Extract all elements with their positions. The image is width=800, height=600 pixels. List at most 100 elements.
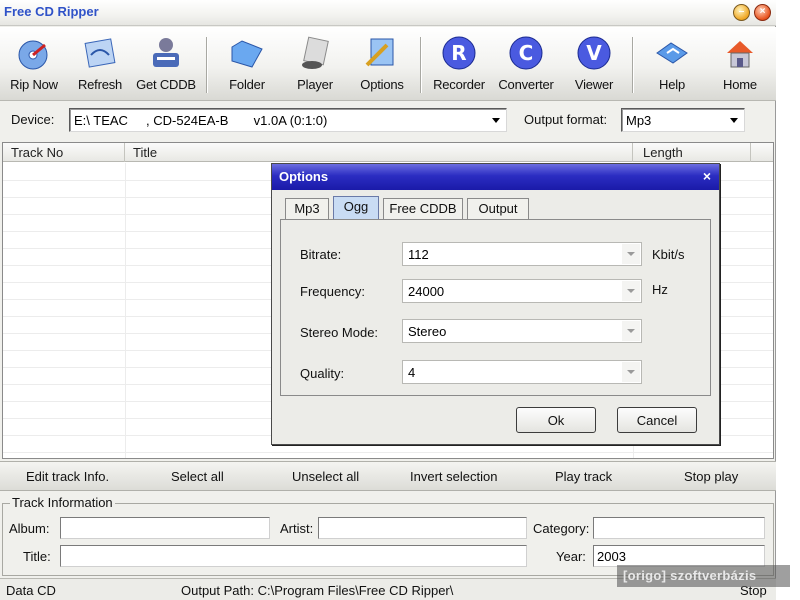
player-button[interactable]: Player — [283, 31, 347, 97]
tab-ogg[interactable]: Ogg — [333, 196, 379, 220]
folder-icon — [231, 40, 263, 68]
invert-selection-button[interactable]: Invert selection — [410, 469, 497, 484]
dialog-close-icon[interactable]: × — [703, 168, 711, 184]
dialog-title: Options — [279, 169, 329, 184]
stereo-mode-label: Stereo Mode: — [300, 325, 379, 340]
bitrate-unit: Kbit/s — [652, 247, 685, 262]
help-button[interactable]: Help — [640, 31, 704, 97]
frequency-label: Frequency: — [300, 284, 366, 299]
ogg-settings-panel: Bitrate: 112 Kbit/s Frequency: 24000 Hz … — [280, 219, 711, 396]
grid-line — [125, 163, 126, 458]
category-label: Category: — [533, 521, 590, 536]
rip-now-button[interactable]: Rip Now — [2, 31, 66, 97]
cancel-button[interactable]: Cancel — [617, 407, 697, 433]
watermark: [origo] szoftverbázis — [617, 565, 790, 587]
quality-select[interactable]: 4 — [402, 360, 642, 384]
converter-icon: C — [509, 36, 543, 70]
ok-button[interactable]: Ok — [516, 407, 596, 433]
track-information-legend: Track Information — [10, 495, 115, 510]
unselect-all-button[interactable]: Unselect all — [292, 469, 359, 484]
output-format-label: Output format: — [524, 112, 608, 127]
stop-play-button[interactable]: Stop play — [684, 469, 738, 484]
frequency-value: 24000 — [408, 284, 445, 299]
dialog-title-bar: Options × — [272, 164, 719, 190]
rip-now-label: Rip Now — [10, 77, 58, 92]
recorder-button[interactable]: R Recorder — [427, 31, 491, 97]
title-label: Title: — [23, 549, 51, 564]
stereo-mode-value: Stereo — [408, 324, 447, 339]
toolbar-separator — [632, 37, 634, 93]
year-field[interactable]: 2003 — [593, 545, 765, 567]
artist-label: Artist: — [280, 521, 314, 536]
get-cddb-button[interactable]: Get CDDB — [134, 31, 198, 97]
recorder-icon: R — [442, 36, 476, 70]
year-label: Year: — [556, 549, 586, 564]
frequency-select[interactable]: 24000 — [402, 279, 642, 303]
home-label: Home — [723, 77, 757, 92]
column-length[interactable]: Length — [633, 143, 751, 162]
album-label: Album: — [9, 521, 50, 536]
frequency-unit: Hz — [652, 282, 668, 297]
refresh-icon — [84, 38, 116, 68]
minimize-icon: – — [738, 6, 745, 17]
help-icon — [656, 42, 688, 64]
options-label: Options — [360, 77, 404, 92]
window-title: Free CD Ripper — [4, 4, 99, 19]
tab-mp3[interactable]: Mp3 — [285, 198, 329, 219]
tab-free-cddb[interactable]: Free CDDB — [383, 198, 463, 219]
album-field[interactable] — [60, 517, 270, 539]
options-icon — [365, 38, 394, 67]
play-track-button[interactable]: Play track — [555, 469, 612, 484]
bitrate-select[interactable]: 112 — [402, 242, 642, 266]
status-output-path: Output Path: C:\Program Files\Free CD Ri… — [181, 583, 454, 598]
home-button[interactable]: Home — [708, 31, 772, 97]
viewer-icon: V — [577, 36, 611, 70]
column-track-no[interactable]: Track No — [3, 143, 125, 162]
title-field[interactable] — [60, 545, 527, 567]
quality-label: Quality: — [300, 366, 345, 381]
column-title[interactable]: Title — [125, 143, 633, 162]
bitrate-value: 112 — [408, 247, 429, 262]
minimize-button[interactable]: – — [733, 4, 750, 21]
track-list-header: Track No Title Length — [3, 143, 773, 162]
recorder-label: Recorder — [433, 77, 485, 92]
home-icon — [727, 41, 753, 68]
stereo-mode-select[interactable]: Stereo — [402, 319, 642, 343]
action-bar: Edit track Info. Select all Unselect all… — [0, 461, 776, 491]
close-window-button[interactable]: × — [754, 4, 771, 21]
dropdown-arrow-icon — [622, 244, 640, 264]
folder-button[interactable]: Folder — [215, 31, 279, 97]
dropdown-arrow-icon — [622, 281, 640, 301]
cd-rip-icon — [18, 40, 48, 70]
device-row: Device: E:\ TEAC , CD-524EA-B v1.0A (0:1… — [0, 102, 776, 140]
dropdown-arrow-icon — [622, 362, 640, 382]
output-format-select[interactable]: Mp3 — [621, 108, 745, 132]
tab-output[interactable]: Output — [467, 198, 529, 219]
title-bar: Free CD Ripper – × — [0, 0, 776, 26]
refresh-button[interactable]: Refresh — [68, 31, 132, 97]
edit-track-info-button[interactable]: Edit track Info. — [26, 469, 109, 484]
dropdown-arrow-icon — [622, 321, 640, 341]
converter-label: Converter — [498, 77, 554, 92]
toolbar: Rip Now Refresh Get CDDB Folder Player O… — [0, 27, 776, 101]
status-disc-type: Data CD — [6, 583, 56, 598]
svg-text:R: R — [451, 41, 466, 65]
viewer-button[interactable]: V Viewer — [562, 31, 626, 97]
converter-button[interactable]: C Converter — [494, 31, 558, 97]
cddb-icon — [153, 38, 179, 67]
options-button[interactable]: Options — [350, 31, 414, 97]
player-icon — [302, 36, 329, 69]
toolbar-separator — [206, 37, 208, 93]
select-all-button[interactable]: Select all — [171, 469, 224, 484]
player-label: Player — [297, 77, 333, 92]
artist-field[interactable] — [318, 517, 527, 539]
category-field[interactable] — [593, 517, 765, 539]
grid-line — [3, 452, 773, 453]
device-select[interactable]: E:\ TEAC , CD-524EA-B v1.0A (0:1:0) — [69, 108, 507, 132]
folder-label: Folder — [229, 77, 265, 92]
dropdown-arrow-icon — [492, 118, 500, 123]
output-format-value: Mp3 — [626, 113, 652, 128]
year-value: 2003 — [597, 549, 626, 564]
viewer-label: Viewer — [574, 77, 614, 92]
get-cddb-label: Get CDDB — [136, 77, 196, 92]
